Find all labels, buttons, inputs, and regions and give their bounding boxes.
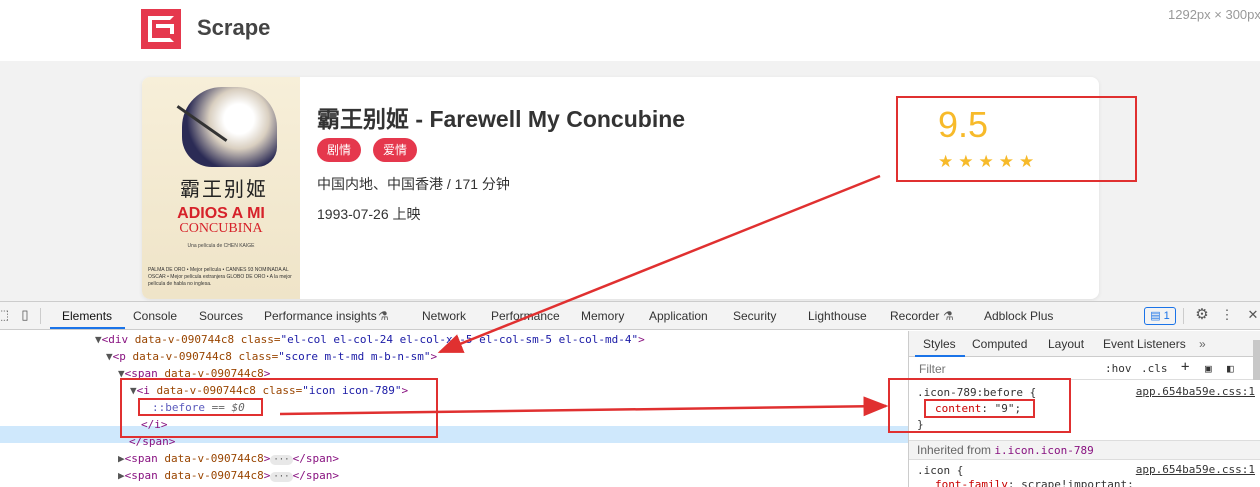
tab-elements[interactable]: Elements [62, 309, 112, 323]
hov-toggle[interactable]: :hov [1105, 362, 1132, 375]
inherited-from-header: Inherited from i.icon.icon-789 [909, 440, 1260, 460]
logo-g-bar [156, 24, 174, 34]
device-toolbar-icon[interactable]: ▯ [18, 308, 32, 322]
tab-styles[interactable]: Styles [923, 337, 956, 351]
flask-icon: ⚗ [378, 309, 389, 323]
region-duration: 中国内地、中国香港 / 171 分钟 [317, 176, 510, 192]
attr-name: data-v-090744c8 [134, 333, 235, 346]
movie-title[interactable]: 霸王别姬 - Farewell My Concubine [317, 100, 685, 134]
styles-tabbar: Styles Computed Layout Event Listeners » [909, 331, 1260, 357]
css-property-value: scrape!important; [1021, 478, 1134, 487]
recorder-flask-icon: ⚗ [943, 309, 954, 323]
site-header: Scrape 1292px × 300px [0, 0, 1260, 61]
styles-active-indicator [915, 355, 965, 357]
more-options-icon[interactable]: ⋮ [1220, 308, 1234, 322]
inherited-element-link[interactable]: i.icon.icon-789 [994, 444, 1093, 457]
attr-name: data-v-090744c8 [164, 452, 264, 465]
tab-security[interactable]: Security [733, 309, 776, 323]
tab-lighthouse[interactable]: Lighthouse [808, 309, 867, 323]
tab-adblock-plus[interactable]: Adblock Plus [984, 309, 1053, 323]
tag-open: <div [101, 333, 135, 346]
tag-open: <span [124, 452, 165, 465]
viewport-size-readout: 1292px × 300px [1168, 7, 1260, 22]
tag-close: > [263, 469, 271, 482]
poster-figure [182, 87, 277, 167]
issues-count: 1 [1163, 310, 1170, 322]
dom-node-span-3[interactable]: ▶<span data-v-090744c8> ··· </span> [118, 467, 339, 484]
tag-open: <span [124, 469, 165, 482]
poster-fine-print: PALMA DE ORO • Mejor película • CANNES 9… [148, 267, 292, 287]
tab-sources[interactable]: Sources [199, 309, 243, 323]
brand-name[interactable]: Scrape [197, 15, 270, 41]
css-declaration-font-family[interactable]: font-family: scrape!important; [935, 477, 1134, 487]
poster-credit: Una película de CHEN KAIGE [187, 243, 255, 249]
collapsed-content-ellipsis[interactable]: ··· [270, 455, 293, 465]
annotation-box-score [896, 96, 1137, 182]
rule-source-link[interactable]: app.654ba59e.css:1 [1136, 463, 1255, 476]
tag-close: > [263, 452, 271, 465]
chat-icon: ▤ [1150, 310, 1161, 322]
css-property-name: font-family [935, 478, 1008, 487]
attr-value: "score m-t-md m-b-n-sm" [278, 350, 431, 363]
tag-open: <p [112, 350, 133, 363]
close-devtools-icon[interactable]: ✕ [1246, 308, 1260, 322]
tab-event-listeners[interactable]: Event Listeners [1103, 337, 1186, 351]
expand-triangle-icon[interactable]: ▶ [118, 469, 125, 482]
styles-filter-bar: :hov .cls + ▣ ◧ [909, 358, 1260, 380]
collapsed-content-ellipsis[interactable]: ··· [270, 472, 293, 482]
toggle-sidebar-icon[interactable]: ◧ [1227, 362, 1234, 375]
annotation-box-content [924, 399, 1035, 418]
scrape-logo[interactable] [141, 9, 181, 49]
dom-node-p-score[interactable]: ▼<p data-v-090744c8 class="score m-t-md … [106, 348, 437, 365]
tabbar-divider-right [1183, 308, 1184, 324]
tab-computed[interactable]: Computed [972, 337, 1027, 351]
tab-application[interactable]: Application [649, 309, 708, 323]
page-scrollbar-thumb[interactable] [1253, 340, 1260, 380]
tab-console[interactable]: Console [133, 309, 177, 323]
tab-recorder[interactable]: Recorder [890, 309, 939, 323]
dom-node-div-col[interactable]: ▼<div data-v-090744c8 class="el-col el-c… [95, 331, 645, 348]
tab-memory[interactable]: Memory [581, 309, 624, 323]
attr-value: "el-col el-col-24 el-col-xs-5 el-col-sm-… [280, 333, 639, 346]
tag-close: </span> [292, 469, 339, 482]
tag-close: > [638, 333, 645, 346]
rule-selector[interactable]: .icon { [917, 463, 963, 478]
attr-name: class= [234, 333, 281, 346]
styles-filter-input[interactable] [919, 362, 1069, 376]
css-rule-icon: .icon { app.654ba59e.css:1 font-family: … [909, 463, 1260, 487]
active-tab-indicator [50, 327, 125, 329]
inspect-element-icon[interactable]: ⬚ [0, 308, 10, 322]
tag-genre-drama: 剧情 [317, 138, 362, 162]
dom-node-span-2[interactable]: ▶<span data-v-090744c8> ··· </span> [118, 450, 339, 467]
attr-name: class= [231, 350, 279, 363]
poster-title-line2: CONCUBINA [179, 221, 263, 236]
tag-close: </span> [292, 452, 339, 465]
tab-layout[interactable]: Layout [1048, 337, 1084, 351]
collapse-triangle-icon[interactable]: ▼ [106, 350, 113, 363]
settings-gear-icon[interactable]: ⚙ [1195, 307, 1209, 322]
movie-poster[interactable]: 霸王别姬 ADIOS A MI CONCUBINA Una película d… [142, 77, 300, 299]
attr-name: data-v-090744c8 [132, 350, 232, 363]
issues-badge[interactable]: ▤ 1 [1144, 307, 1176, 325]
tab-performance[interactable]: Performance [491, 309, 560, 323]
annotation-box-before [138, 398, 263, 416]
inherited-label: Inherited from [917, 443, 995, 457]
tabbar-divider [40, 308, 41, 324]
release-date: 1993-07-26 上映 [317, 206, 421, 222]
expand-triangle-icon[interactable]: ▶ [118, 452, 125, 465]
tag-close: > [430, 350, 438, 363]
tab-network[interactable]: Network [422, 309, 466, 323]
collapse-triangle-icon[interactable]: ▼ [95, 333, 102, 346]
tab-performance-insights[interactable]: Performance insights [264, 309, 377, 323]
rule-source-link[interactable]: app.654ba59e.css:1 [1136, 385, 1255, 398]
tag-genre-romance: 爱情 [373, 138, 418, 162]
attr-name: data-v-090744c8 [164, 469, 264, 482]
cls-toggle[interactable]: .cls [1141, 362, 1168, 375]
new-rule-plus-icon[interactable]: + [1181, 359, 1189, 375]
devtools-tabbar: ⬚ ▯ Elements Console Sources Performance… [0, 302, 1260, 330]
more-tabs-chevron-icon[interactable]: » [1199, 337, 1206, 351]
poster-chinese-title: 霸王别姬 [180, 177, 268, 201]
paint-brush-icon[interactable]: ▣ [1205, 362, 1212, 375]
